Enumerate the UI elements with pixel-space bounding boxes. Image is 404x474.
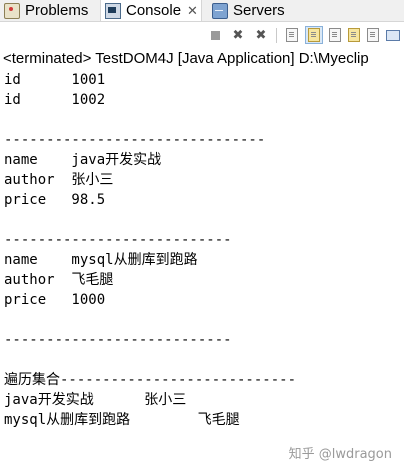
scroll-lock-button[interactable] <box>305 26 323 44</box>
console-line: 遍历集合---------------------------- <box>4 372 297 388</box>
display-console-icon <box>386 29 400 41</box>
word-wrap-icon <box>329 28 341 42</box>
clear-console-icon <box>286 28 298 42</box>
servers-icon <box>212 2 228 19</box>
tab-console-label: Console <box>126 2 182 19</box>
terminate-icon <box>210 30 220 40</box>
watermark: 知乎 @lwdragon <box>288 447 392 462</box>
clear-console-button[interactable] <box>283 26 301 44</box>
console-line: id 1001 <box>4 72 106 88</box>
remove-all-terminated-icon: ✖ <box>255 27 267 43</box>
console-line: price 1000 <box>4 292 106 308</box>
console-icon <box>105 2 121 19</box>
console-line: java开发实战 张小三 <box>4 392 187 408</box>
terminate-button[interactable] <box>206 26 224 44</box>
remove-launch-icon: ✖ <box>232 27 244 43</box>
console-line: name mysql从删库到跑路 <box>4 252 198 268</box>
remove-launch-button[interactable]: ✖ <box>229 26 247 44</box>
remove-all-terminated-button[interactable]: ✖ <box>252 26 270 44</box>
display-console-button[interactable] <box>384 26 402 44</box>
close-icon[interactable]: ✕ <box>187 3 198 19</box>
word-wrap-button[interactable] <box>326 26 344 44</box>
tab-servers-label: Servers <box>233 2 285 19</box>
console-output: id 1001 id 1002 --------------------------… <box>4 70 402 430</box>
terminated-status: <terminated> TestDOM4J [Java Application… <box>3 50 369 67</box>
console-toolbar: ✖ ✖ <box>0 22 404 48</box>
show-on-stdout-icon <box>348 28 360 42</box>
show-on-stderr-icon <box>367 28 379 42</box>
scroll-lock-icon <box>308 28 320 42</box>
view-tab-bar: Problems Console ✕ Servers <box>0 0 404 22</box>
console-line: --------------------------- <box>4 332 232 348</box>
console-line: mysql从删库到跑路 飞毛腿 <box>4 412 240 428</box>
console-line: name java开发实战 <box>4 152 162 168</box>
console-line: author 飞毛腿 <box>4 272 114 288</box>
console-line: ------------------------------- <box>4 132 266 148</box>
tab-servers[interactable]: Servers <box>208 0 302 21</box>
show-on-stderr-button[interactable] <box>364 26 382 44</box>
console-line: price 98.5 <box>4 192 106 208</box>
problems-icon <box>4 2 20 19</box>
tab-problems-label: Problems <box>25 2 89 19</box>
console-line: author 张小三 <box>4 172 114 188</box>
tab-problems[interactable]: Problems <box>0 0 100 21</box>
console-line: --------------------------- <box>4 232 232 248</box>
console-line: id 1002 <box>4 92 106 108</box>
tab-console[interactable]: Console ✕ <box>100 0 202 21</box>
show-on-stdout-button[interactable] <box>345 26 363 44</box>
toolbar-separator <box>276 28 277 43</box>
